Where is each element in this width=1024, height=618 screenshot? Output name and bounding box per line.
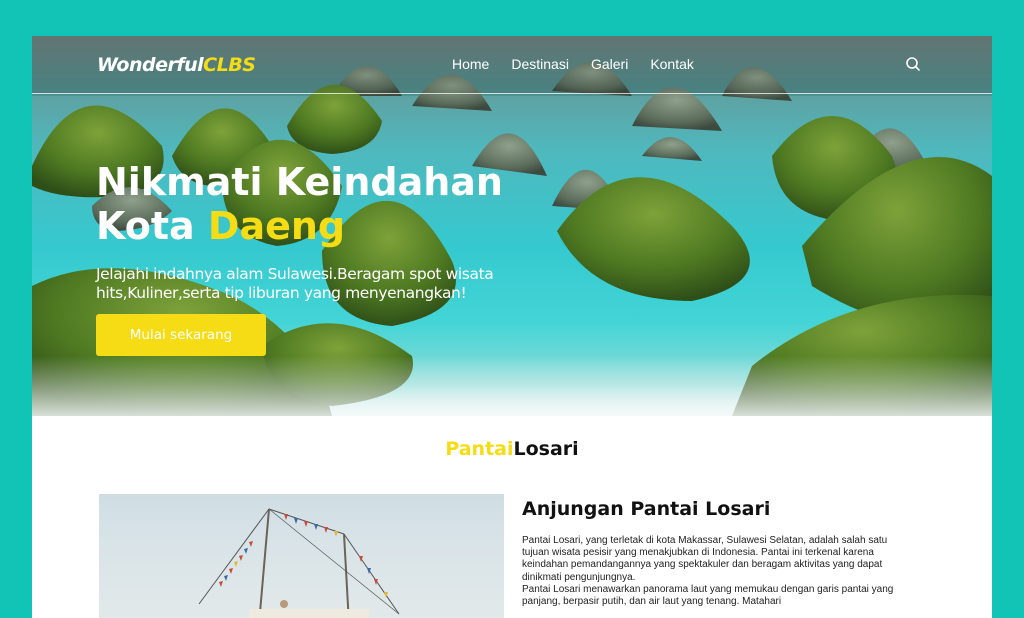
- article-paragraph-1: Pantai Losari, yang terletak di kota Mak…: [522, 535, 888, 583]
- logo-text: Wonderful: [97, 54, 204, 76]
- section-title-accent: Pantai: [445, 438, 514, 460]
- hero-subtitle: Jelajahi indahnya alam Sulawesi.Beragam …: [96, 265, 494, 302]
- nav-menu: Home Destinasi Galeri Kontak: [452, 56, 694, 72]
- article-paragraph-2: Pantai Losari menawarkan panorama laut y…: [522, 583, 894, 608]
- section-title-main: Losari: [513, 438, 579, 460]
- start-now-button[interactable]: Mulai sekarang: [96, 314, 266, 356]
- top-navbar: WonderfulCLBS Home Destinasi Galeri Kont…: [32, 36, 992, 94]
- logo-accent-text: CLBS: [203, 54, 256, 76]
- hero-title: Nikmati Keindahan Kota Daeng: [96, 160, 503, 248]
- hero-title-line2: Kota: [96, 204, 208, 248]
- hero-section: WonderfulCLBS Home Destinasi Galeri Kont…: [32, 36, 992, 416]
- article-body: Pantai Losari, yang terletak di kota Mak…: [522, 535, 917, 608]
- article-title: Anjungan Pantai Losari: [522, 498, 771, 520]
- hero-title-accent: Daeng: [207, 204, 346, 248]
- nav-link-destinasi[interactable]: Destinasi: [511, 56, 569, 72]
- page-container: WonderfulCLBS Home Destinasi Galeri Kont…: [32, 36, 992, 618]
- site-logo[interactable]: WonderfulCLBS: [97, 54, 256, 76]
- nav-link-galeri[interactable]: Galeri: [591, 56, 628, 72]
- section-title: PantaiLosari: [32, 438, 992, 460]
- hero-fade-overlay: [32, 356, 992, 416]
- losari-photo: [99, 494, 504, 618]
- nav-link-home[interactable]: Home: [452, 56, 489, 72]
- search-icon[interactable]: [902, 53, 924, 75]
- nav-link-kontak[interactable]: Kontak: [650, 56, 694, 72]
- hero-title-line1: Nikmati Keindahan: [96, 160, 503, 204]
